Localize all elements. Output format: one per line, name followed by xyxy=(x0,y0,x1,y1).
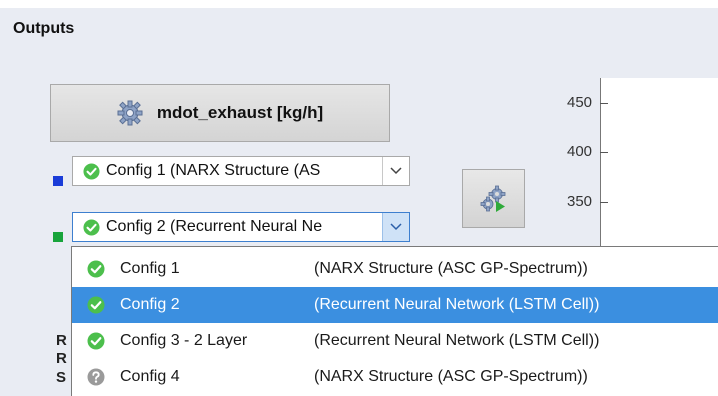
check-circle-icon xyxy=(83,218,100,236)
chevron-down-icon[interactable] xyxy=(382,213,409,241)
hidden-label-letter: R xyxy=(56,332,67,349)
hidden-label-letter: S xyxy=(56,369,67,386)
option-name: Config 3 - 2 Layer xyxy=(120,332,248,349)
output-button-label: mdot_exhaust [kg/h] xyxy=(156,103,324,122)
check-circle-icon xyxy=(83,162,100,180)
top-strip xyxy=(0,0,718,8)
chevron-down-icon[interactable] xyxy=(382,157,409,185)
dropdown-option[interactable]: Config 3 - 2 Layer (Recurrent Neural Net… xyxy=(72,323,718,359)
chart-plot-area xyxy=(600,78,718,253)
config-select-2-value: Config 2 (Recurrent Neural Ne xyxy=(106,218,323,235)
series-color-square xyxy=(53,176,63,186)
config-select-1-value: Config 1 (NARX Structure (AS xyxy=(106,162,321,179)
option-name: Config 4 xyxy=(120,368,180,385)
option-description: (NARX Structure (ASC GP-Spectrum)) xyxy=(314,368,588,385)
y-tick-mark xyxy=(600,152,608,153)
gear-play-icon xyxy=(480,185,505,212)
hidden-label-letter: R xyxy=(56,350,67,367)
gear-icon xyxy=(117,100,143,126)
question-circle-icon xyxy=(87,368,105,386)
option-description: (Recurrent Neural Network (LSTM Cell)) xyxy=(314,332,600,349)
run-calculation-button[interactable] xyxy=(462,169,525,228)
check-circle-icon xyxy=(87,260,105,278)
check-circle-icon xyxy=(87,296,105,314)
series-color-square xyxy=(53,232,63,242)
y-tick-label: 450 xyxy=(567,94,593,111)
dropdown-option-selected[interactable]: Config 2 (Recurrent Neural Network (LSTM… xyxy=(72,287,718,323)
dropdown-option[interactable]: Config 1 (NARX Structure (ASC GP-Spectru… xyxy=(72,251,718,287)
panel-title: Outputs xyxy=(13,20,75,37)
option-description: (Recurrent Neural Network (LSTM Cell)) xyxy=(314,296,600,313)
option-name: Config 1 xyxy=(120,260,180,277)
output-select-button[interactable]: mdot_exhaust [kg/h] xyxy=(50,84,390,142)
y-tick-label: 350 xyxy=(567,193,593,210)
y-tick-mark xyxy=(600,103,608,104)
check-circle-icon xyxy=(87,332,105,350)
dropdown-option[interactable]: Config 4 (NARX Structure (ASC GP-Spectru… xyxy=(72,359,718,395)
config-select-2[interactable]: Config 2 (Recurrent Neural Ne xyxy=(72,212,410,242)
option-name: Config 2 xyxy=(120,296,180,313)
y-tick-label: 400 xyxy=(567,143,593,160)
y-tick-mark xyxy=(600,202,608,203)
config-dropdown-list[interactable]: Config 1 (NARX Structure (ASC GP-Spectru… xyxy=(71,246,718,396)
option-description: (NARX Structure (ASC GP-Spectrum)) xyxy=(314,260,588,277)
config-select-1[interactable]: Config 1 (NARX Structure (AS xyxy=(72,156,410,186)
